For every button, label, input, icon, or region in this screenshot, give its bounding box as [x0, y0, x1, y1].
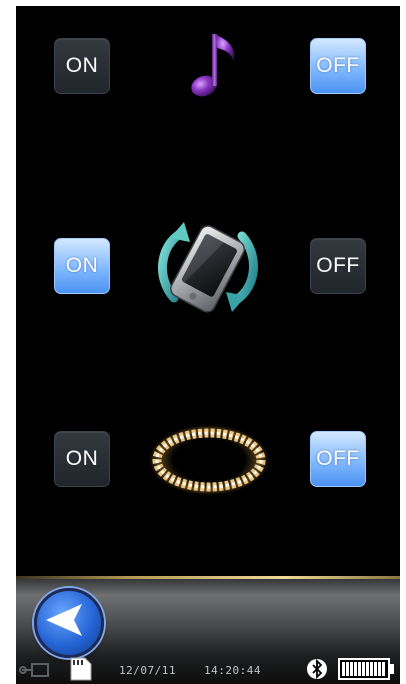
status-time: 14:20:44 [204, 664, 261, 677]
sound-off-button[interactable]: OFF [310, 38, 366, 94]
music-note-icon [182, 28, 242, 106]
led-off-button[interactable]: OFF [310, 431, 366, 487]
device-screen: ON OFF ON OFF ON OFF 12/07/11 14:20:44 [16, 6, 400, 684]
battery-fill [342, 662, 386, 676]
led-ring-icon [146, 422, 272, 498]
sd-card-icon [70, 657, 92, 681]
back-button[interactable] [34, 588, 104, 658]
status-date: 12/07/11 [119, 664, 176, 677]
led-on-button[interactable]: ON [54, 431, 110, 487]
sound-on-button[interactable]: ON [54, 38, 110, 94]
rotate-device-icon [150, 212, 266, 322]
status-bar: 12/07/11 14:20:44 [16, 654, 400, 684]
bottom-bar: 12/07/11 14:20:44 [16, 576, 400, 684]
back-arrow-icon [46, 604, 82, 636]
usb-connection-icon [19, 663, 49, 677]
rotate-on-button[interactable]: ON [54, 238, 110, 294]
bluetooth-icon [307, 658, 327, 680]
accent-line [16, 576, 400, 579]
rotate-off-button[interactable]: OFF [310, 238, 366, 294]
battery-icon [338, 658, 394, 680]
